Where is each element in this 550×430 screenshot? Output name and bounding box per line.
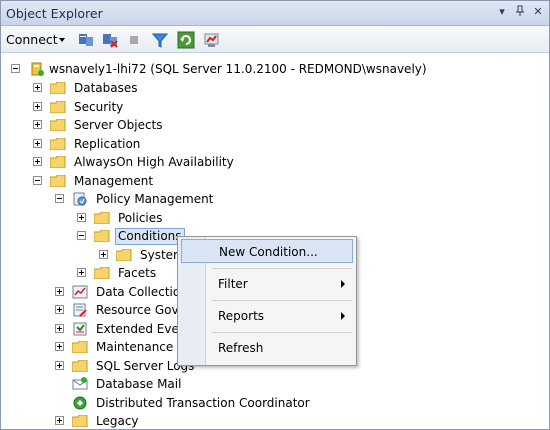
policy-management-label: Policy Management <box>96 192 214 206</box>
expand-icon[interactable] <box>55 416 64 425</box>
expand-icon[interactable] <box>55 324 64 333</box>
menu-item-filter[interactable]: Filter <box>181 272 353 296</box>
expand-icon[interactable] <box>33 83 42 92</box>
server-objects-label: Server Objects <box>74 118 163 132</box>
expand-icon[interactable] <box>77 268 86 277</box>
expand-icon[interactable] <box>99 250 108 259</box>
title-bar: Object Explorer ▾ ✕ <box>1 1 549 26</box>
extended-events-label: Extended Even <box>96 322 187 336</box>
folder-open-icon <box>50 175 66 187</box>
refresh-icon[interactable] <box>177 31 195 49</box>
folder-icon <box>50 82 66 94</box>
collapse-icon[interactable] <box>33 176 42 185</box>
connect-button[interactable]: Connect <box>6 32 58 47</box>
expand-icon[interactable] <box>55 305 64 314</box>
filter-icon[interactable] <box>151 31 169 49</box>
resource-governor-icon <box>72 302 88 323</box>
expand-icon[interactable] <box>33 157 42 166</box>
submenu-arrow-icon <box>341 280 345 288</box>
server-label: wsnavely1-lhi72 (SQL Server 11.0.2100 - … <box>49 62 427 76</box>
reports-label: Reports <box>218 309 265 323</box>
context-menu: New Condition... Filter Reports Refresh <box>177 236 357 366</box>
menu-separator <box>212 300 352 301</box>
maintenance-plans-label: Maintenance P <box>96 340 185 354</box>
dtc-icon <box>72 395 88 416</box>
folder-icon <box>50 138 66 150</box>
policies-label: Policies <box>118 211 163 225</box>
menu-item-new-condition[interactable]: New Condition... <box>181 239 353 263</box>
disconnect-icon[interactable] <box>101 31 119 49</box>
menu-separator <box>212 268 352 269</box>
replication-label: Replication <box>74 137 141 151</box>
expand-icon[interactable] <box>55 361 64 370</box>
folder-icon <box>50 119 66 131</box>
close-icon[interactable]: ✕ <box>531 5 545 19</box>
connect-object-explorer-icon[interactable] <box>77 31 95 49</box>
toolbar: Connect <box>1 26 549 53</box>
databases-label: Databases <box>74 81 138 95</box>
folder-icon <box>72 415 88 427</box>
resource-governor-label: Resource Gove <box>96 303 186 317</box>
collapse-icon[interactable] <box>77 231 86 240</box>
legacy-label: Legacy <box>96 414 139 428</box>
security-label: Security <box>74 100 124 114</box>
database-mail-label: Database Mail <box>96 377 182 391</box>
folder-icon <box>94 267 110 279</box>
expand-icon[interactable] <box>77 213 86 222</box>
menu-separator <box>212 332 352 333</box>
folder-icon <box>116 249 132 261</box>
refresh-label: Refresh <box>218 341 264 355</box>
system-label: Syster <box>140 248 178 262</box>
expand-icon[interactable] <box>33 139 42 148</box>
folder-icon <box>94 212 110 224</box>
facets-label: Facets <box>118 266 157 280</box>
management-label: Management <box>74 174 154 188</box>
server-icon <box>29 61 45 82</box>
extended-events-icon <box>72 321 88 342</box>
filter-label: Filter <box>218 277 248 291</box>
expand-icon[interactable] <box>33 102 42 111</box>
data-collection-label: Data Collection <box>96 285 188 299</box>
conditions-label: Conditions <box>115 228 185 245</box>
folder-icon <box>94 230 110 242</box>
dtc-label: Distributed Transaction Coordinator <box>96 396 310 410</box>
collapse-icon[interactable] <box>55 194 64 203</box>
database-mail-icon <box>72 376 88 397</box>
new-condition-label: New Condition... <box>219 245 318 259</box>
expand-icon[interactable] <box>55 287 64 296</box>
menu-item-reports[interactable]: Reports <box>181 304 353 328</box>
folder-icon <box>72 360 88 372</box>
object-explorer-window: Object Explorer ▾ ✕ Connect wsnavely1-lh… <box>0 0 550 430</box>
connect-dropdown-icon[interactable] <box>59 38 65 42</box>
policy-management-icon <box>72 191 88 212</box>
folder-icon <box>50 101 66 113</box>
pin-icon[interactable] <box>513 5 527 19</box>
menu-item-refresh[interactable]: Refresh <box>181 336 353 360</box>
stop-icon[interactable] <box>125 31 143 49</box>
folder-icon <box>50 156 66 168</box>
activity-monitor-icon[interactable] <box>203 31 221 49</box>
dropdown-icon[interactable]: ▾ <box>495 5 509 19</box>
folder-icon <box>72 341 88 353</box>
collapse-icon[interactable] <box>11 64 20 73</box>
window-title: Object Explorer <box>6 6 103 21</box>
expand-icon[interactable] <box>55 342 64 351</box>
alwayson-label: AlwaysOn High Availability <box>74 155 234 169</box>
submenu-arrow-icon <box>341 312 345 320</box>
expand-icon[interactable] <box>33 120 42 129</box>
